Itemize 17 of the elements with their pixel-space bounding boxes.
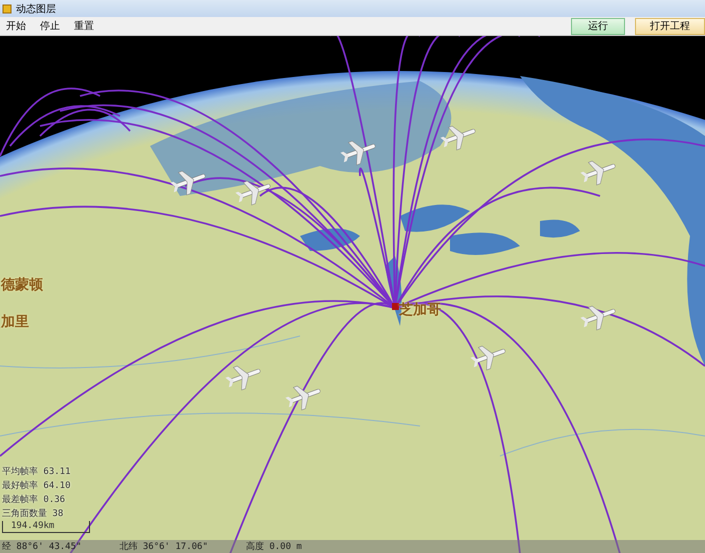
stat-text: 最差帧率 0.36 [2,494,66,506]
menu-item[interactable]: 停止 [40,19,60,33]
menu-item[interactable]: 开始 [6,19,26,33]
open-project-button[interactable]: 打开工程 [635,18,705,34]
city-label: 德蒙顿 [1,276,43,294]
stat-text: 平均帧率 63.11 [2,466,72,478]
window-title: 动态图层 [16,2,56,16]
scale-bar: 194.49km [2,521,90,533]
app-icon [2,4,12,14]
city-marker [392,303,399,310]
menu-item[interactable]: 重置 [74,19,94,33]
stat-text: 三角面数量 38 [2,508,64,520]
run-button[interactable]: 运行 [571,18,625,34]
altitude-text: 高度 0.00 m [246,540,302,553]
stat-text: 最好帧率 64.10 [2,480,72,492]
latitude-text: 北纬 36°6' 17.06" [119,540,208,553]
city-label: 加里 [1,313,29,331]
